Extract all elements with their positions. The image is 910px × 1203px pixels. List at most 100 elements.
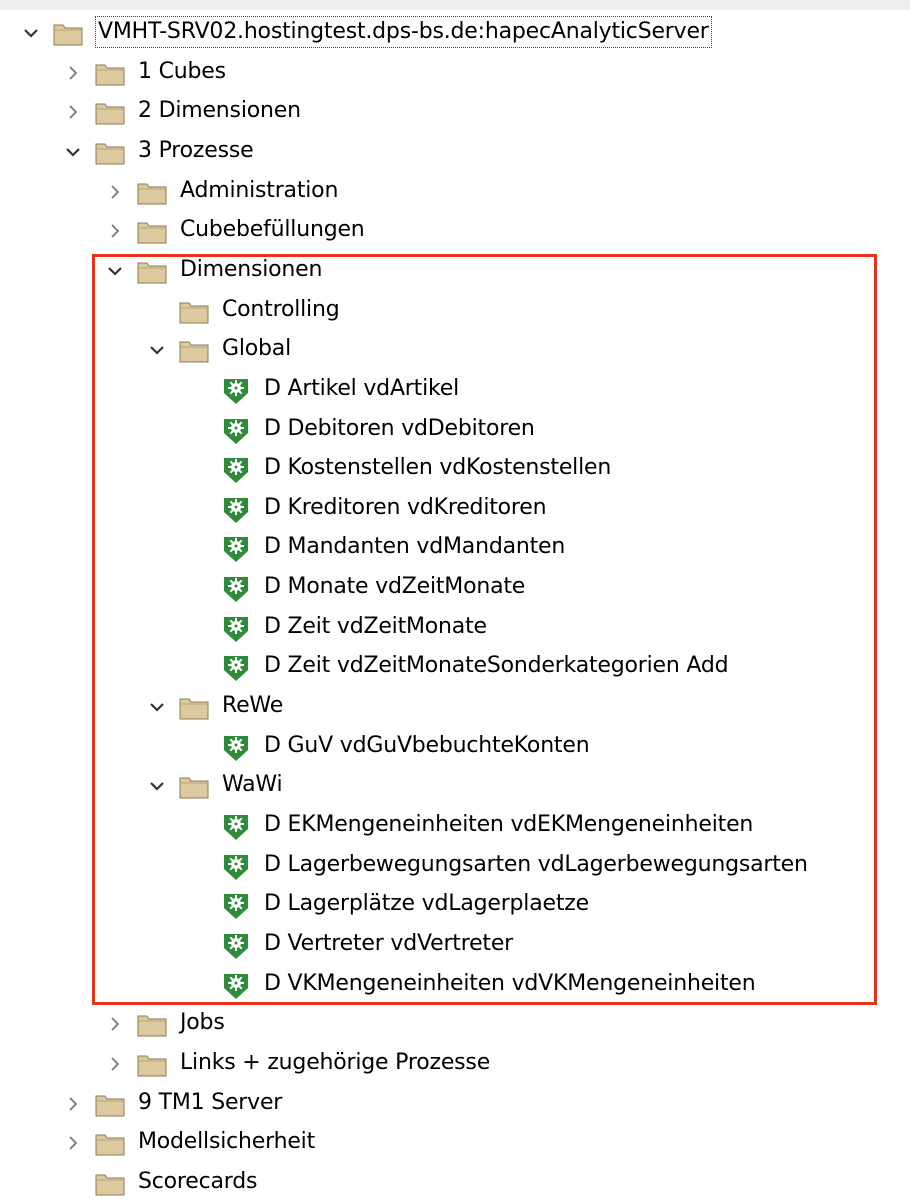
tree-node-label: D Vertreter vdVertreter xyxy=(264,931,514,956)
tree-node-label: 1 Cubes xyxy=(138,59,226,84)
tree-node-label: Modellsicherheit xyxy=(138,1129,315,1154)
tree-node-d-artikel-vdartikel[interactable]: D Artikel vdArtikel xyxy=(0,371,900,410)
tree-node-3-prozesse[interactable]: 3 Prozesse xyxy=(0,133,900,172)
chevron-down-icon[interactable] xyxy=(104,260,126,282)
tree-node-d-lagerbewegungsarten-vdlagerbewegungsarten[interactable]: D Lagerbewegungsarten vdLagerbewegungsar… xyxy=(0,847,900,886)
tree-node-label: ReWe xyxy=(222,693,284,718)
folder-icon xyxy=(94,1128,126,1160)
process-icon xyxy=(220,375,252,407)
tree-node-label: Global xyxy=(222,336,291,361)
tree-node-label: VMHT-SRV02.hostingtest.dps-bs.de:hapecAn… xyxy=(95,16,712,48)
process-icon xyxy=(220,573,252,605)
tree-node-label: D Debitoren vdDebitoren xyxy=(264,416,535,441)
tree-node-modellsicherheit[interactable]: Modellsicherheit xyxy=(0,1124,900,1163)
folder-icon xyxy=(94,58,126,90)
tree-node-dimensionen[interactable]: Dimensionen xyxy=(0,252,900,291)
tree-node-label: Scorecards xyxy=(138,1169,258,1194)
folder-icon xyxy=(52,18,84,50)
tree-node-label: D Artikel vdArtikel xyxy=(264,376,459,401)
tree-node-label: D Zeit vdZeitMonateSonderkategorien Add xyxy=(264,653,729,678)
tree-node-d-zeit-vdzeitmonate[interactable]: D Zeit vdZeitMonate xyxy=(0,609,900,648)
process-icon xyxy=(220,930,252,962)
chevron-right-icon[interactable] xyxy=(104,1013,126,1035)
folder-icon xyxy=(178,771,210,803)
chevron-right-icon[interactable] xyxy=(104,181,126,203)
tree-node-1-cubes[interactable]: 1 Cubes xyxy=(0,54,900,93)
tree-node-vmht-srv02-hostingtest-dps-bs-de-hapecanalyticserver[interactable]: VMHT-SRV02.hostingtest.dps-bs.de:hapecAn… xyxy=(0,14,900,53)
folder-icon xyxy=(136,1049,168,1081)
tree-node-label: D VKMengeneinheiten vdVKMengeneinheiten xyxy=(264,971,756,996)
tree-node-d-lagerpl-tze-vdlagerplaetze[interactable]: D Lagerplätze vdLagerplaetze xyxy=(0,886,900,925)
folder-icon xyxy=(178,692,210,724)
process-icon xyxy=(220,652,252,684)
chevron-down-icon[interactable] xyxy=(146,339,168,361)
chevron-down-icon[interactable] xyxy=(20,22,42,44)
process-icon xyxy=(220,494,252,526)
tree-node-d-debitoren-vddebitoren[interactable]: D Debitoren vdDebitoren xyxy=(0,411,900,450)
chevron-down-icon[interactable] xyxy=(62,141,84,163)
chevron-right-icon[interactable] xyxy=(62,101,84,123)
chevron-right-icon[interactable] xyxy=(104,220,126,242)
tree-node-label: D Kreditoren vdKreditoren xyxy=(264,495,547,520)
process-icon xyxy=(220,890,252,922)
folder-icon xyxy=(136,1009,168,1041)
tree-node-d-ekmengeneinheiten-vdekmengeneinheiten[interactable]: D EKMengeneinheiten vdEKMengeneinheiten xyxy=(0,807,900,846)
tree-node-d-kreditoren-vdkreditoren[interactable]: D Kreditoren vdKreditoren xyxy=(0,490,900,529)
folder-icon xyxy=(94,1089,126,1121)
tree-node-label: D Mandanten vdMandanten xyxy=(264,534,566,559)
tree-node-wawi[interactable]: WaWi xyxy=(0,767,900,806)
tree-node-links-zugeh-rige-prozesse[interactable]: Links + zugehörige Prozesse xyxy=(0,1045,900,1084)
tree-node-label: Links + zugehörige Prozesse xyxy=(180,1050,491,1075)
folder-icon xyxy=(94,137,126,169)
process-icon xyxy=(220,415,252,447)
tree-node-label: D Zeit vdZeitMonate xyxy=(264,614,487,639)
tree-node-global[interactable]: Global xyxy=(0,331,900,370)
tree-node-label: D GuV vdGuVbebuchteKonten xyxy=(264,733,590,758)
folder-icon xyxy=(136,256,168,288)
process-icon xyxy=(220,811,252,843)
folder-icon xyxy=(136,216,168,248)
chevron-right-icon[interactable] xyxy=(104,1053,126,1075)
chevron-down-icon[interactable] xyxy=(146,696,168,718)
tree-node-label: D EKMengeneinheiten vdEKMengeneinheiten xyxy=(264,812,754,837)
folder-icon xyxy=(136,177,168,209)
tree-node-d-zeit-vdzeitmonatesonderkategorien-add[interactable]: D Zeit vdZeitMonateSonderkategorien Add xyxy=(0,648,900,687)
tree-node-label: D Lagerplätze vdLagerplaetze xyxy=(264,891,589,916)
process-icon xyxy=(220,613,252,645)
tree-node-label: 2 Dimensionen xyxy=(138,98,301,123)
tree-node-d-guv-vdguvbebuchtekonten[interactable]: D GuV vdGuVbebuchteKonten xyxy=(0,728,900,767)
chevron-down-icon[interactable] xyxy=(146,775,168,797)
tree-node-label: 3 Prozesse xyxy=(138,138,254,163)
process-icon xyxy=(220,732,252,764)
process-icon xyxy=(220,970,252,1002)
tree-node-label: Administration xyxy=(180,178,339,203)
tree-node-administration[interactable]: Administration xyxy=(0,173,900,212)
folder-icon xyxy=(94,1168,126,1200)
tree-node-label: D Monate vdZeitMonate xyxy=(264,574,526,599)
tree-node-label: Jobs xyxy=(180,1010,225,1035)
process-icon xyxy=(220,851,252,883)
chevron-right-icon[interactable] xyxy=(62,1093,84,1115)
tree-node-scorecards[interactable]: Scorecards xyxy=(0,1164,900,1203)
tree-node-d-mandanten-vdmandanten[interactable]: D Mandanten vdMandanten xyxy=(0,529,900,568)
tree-node-9-tm1-server[interactable]: 9 TM1 Server xyxy=(0,1085,900,1124)
tree-node-label: Cubebefüllungen xyxy=(180,217,365,242)
folder-icon xyxy=(178,296,210,328)
folder-icon xyxy=(94,97,126,129)
tree-node-d-kostenstellen-vdkostenstellen[interactable]: D Kostenstellen vdKostenstellen xyxy=(0,450,900,489)
tree-node-2-dimensionen[interactable]: 2 Dimensionen xyxy=(0,93,900,132)
chevron-right-icon[interactable] xyxy=(62,62,84,84)
tree-node-d-monate-vdzeitmonate[interactable]: D Monate vdZeitMonate xyxy=(0,569,900,608)
tree-node-d-vkmengeneinheiten-vdvkmengeneinheiten[interactable]: D VKMengeneinheiten vdVKMengeneinheiten xyxy=(0,966,900,1005)
process-icon xyxy=(220,454,252,486)
tree-node-controlling[interactable]: Controlling xyxy=(0,292,900,331)
tree-node-label: 9 TM1 Server xyxy=(138,1090,283,1115)
chevron-right-icon[interactable] xyxy=(62,1132,84,1154)
tree-node-label: D Lagerbewegungsarten vdLagerbewegungsar… xyxy=(264,852,808,877)
tree-node-label: D Kostenstellen vdKostenstellen xyxy=(264,455,612,480)
tree-node-cubebef-llungen[interactable]: Cubebefüllungen xyxy=(0,212,900,251)
tree-node-d-vertreter-vdvertreter[interactable]: D Vertreter vdVertreter xyxy=(0,926,900,965)
tree-node-rewe[interactable]: ReWe xyxy=(0,688,900,727)
tree-node-label: Controlling xyxy=(222,297,340,322)
tree-node-jobs[interactable]: Jobs xyxy=(0,1005,900,1044)
